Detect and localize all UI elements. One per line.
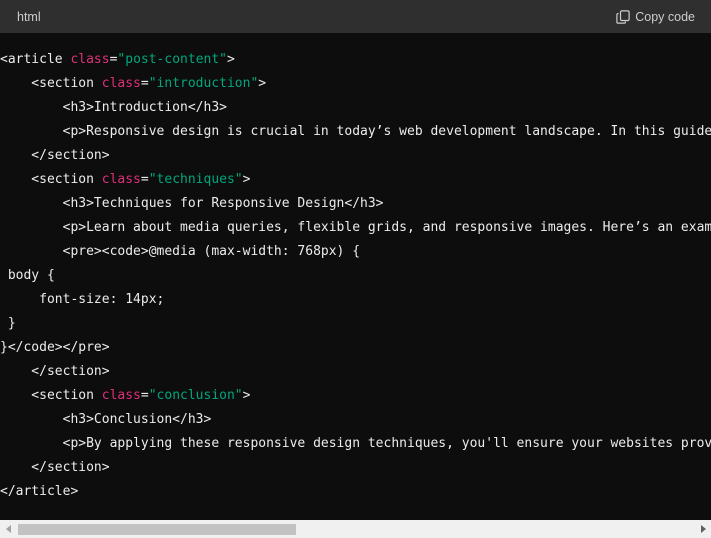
triangle-left-icon xyxy=(5,520,12,538)
scroll-right-button[interactable] xyxy=(694,520,711,538)
code-token: </article> xyxy=(0,484,79,499)
code-line: body { xyxy=(0,264,711,288)
code-token: = xyxy=(140,388,149,403)
code-token: <article xyxy=(0,52,71,67)
code-token: > xyxy=(258,76,267,91)
code-token-attribute: class xyxy=(101,76,141,91)
code-token: <h3>Conclusion</h3> xyxy=(0,412,212,427)
code-token: > xyxy=(242,172,251,187)
code-token: <h3>Introduction</h3> xyxy=(0,100,227,115)
code-token-attribute: class xyxy=(70,52,110,67)
code-token-string: "post-content" xyxy=(117,52,227,67)
code-token: }</code></pre> xyxy=(0,340,110,355)
code-line: <p>Responsive design is crucial in today… xyxy=(0,120,711,144)
code-token: </section> xyxy=(0,364,110,379)
scroll-left-button[interactable] xyxy=(0,520,17,538)
code-token: </section> xyxy=(0,460,110,475)
code-token-string: "conclusion" xyxy=(148,388,243,403)
horizontal-scrollbar[interactable] xyxy=(0,520,711,538)
code-token-string: "introduction" xyxy=(148,76,259,91)
code-token: <pre><code>@media (max-width: 768px) { xyxy=(0,244,361,259)
code-token: <section xyxy=(0,76,102,91)
scrollbar-track[interactable] xyxy=(17,520,694,538)
code-line: <section class="conclusion"> xyxy=(0,384,711,408)
code-line: <p>By applying these responsive design t… xyxy=(0,432,711,456)
triangle-right-icon xyxy=(700,520,706,538)
language-label: html xyxy=(17,9,41,24)
code-token: font-size: 14px; xyxy=(0,292,165,307)
code-block: html Copy code <article class="post-cont… xyxy=(0,0,711,538)
code-line: <h3>Introduction</h3> xyxy=(0,96,711,120)
code-block-header: html Copy code xyxy=(0,0,711,33)
code-token: </section> xyxy=(0,148,110,163)
code-line: <section class="introduction"> xyxy=(0,72,711,96)
code-line: </section> xyxy=(0,456,711,480)
code-line: </article> xyxy=(0,480,711,504)
code-token: <section xyxy=(0,388,102,403)
code-token: <p>Responsive design is crucial in today… xyxy=(0,124,711,139)
clipboard-icon xyxy=(616,9,630,24)
code-token-string: "techniques" xyxy=(148,172,243,187)
code-line: <h3>Techniques for Responsive Design</h3… xyxy=(0,192,711,216)
code-line: </section> xyxy=(0,144,711,168)
code-token: <p>By applying these responsive design t… xyxy=(0,436,711,451)
code-content[interactable]: <article class="post-content"> <section … xyxy=(0,33,711,520)
scrollbar-thumb[interactable] xyxy=(18,524,296,535)
code-token: } xyxy=(0,316,16,331)
code-token: > xyxy=(242,388,251,403)
code-line: </section> xyxy=(0,360,711,384)
code-token-attribute: class xyxy=(101,388,141,403)
code-line: <article class="post-content"> xyxy=(0,48,711,72)
code-token: body { xyxy=(0,268,55,283)
copy-code-label: Copy code xyxy=(635,9,695,24)
code-token: <section xyxy=(0,172,102,187)
code-line: }</code></pre> xyxy=(0,336,711,360)
code-lines: <article class="post-content"> <section … xyxy=(0,48,711,504)
code-line: } xyxy=(0,312,711,336)
code-line: <pre><code>@media (max-width: 768px) { xyxy=(0,240,711,264)
code-token: <h3>Techniques for Responsive Design</h3… xyxy=(0,196,384,211)
copy-code-button[interactable]: Copy code xyxy=(616,10,695,24)
code-line: <section class="techniques"> xyxy=(0,168,711,192)
code-token: > xyxy=(227,52,235,67)
code-token: = xyxy=(140,76,149,91)
code-line: <p>Learn about media queries, flexible g… xyxy=(0,216,711,240)
code-token: = xyxy=(140,172,149,187)
code-line: <h3>Conclusion</h3> xyxy=(0,408,711,432)
code-token-attribute: class xyxy=(101,172,141,187)
code-line: font-size: 14px; xyxy=(0,288,711,312)
code-token: <p>Learn about media queries, flexible g… xyxy=(0,220,711,235)
